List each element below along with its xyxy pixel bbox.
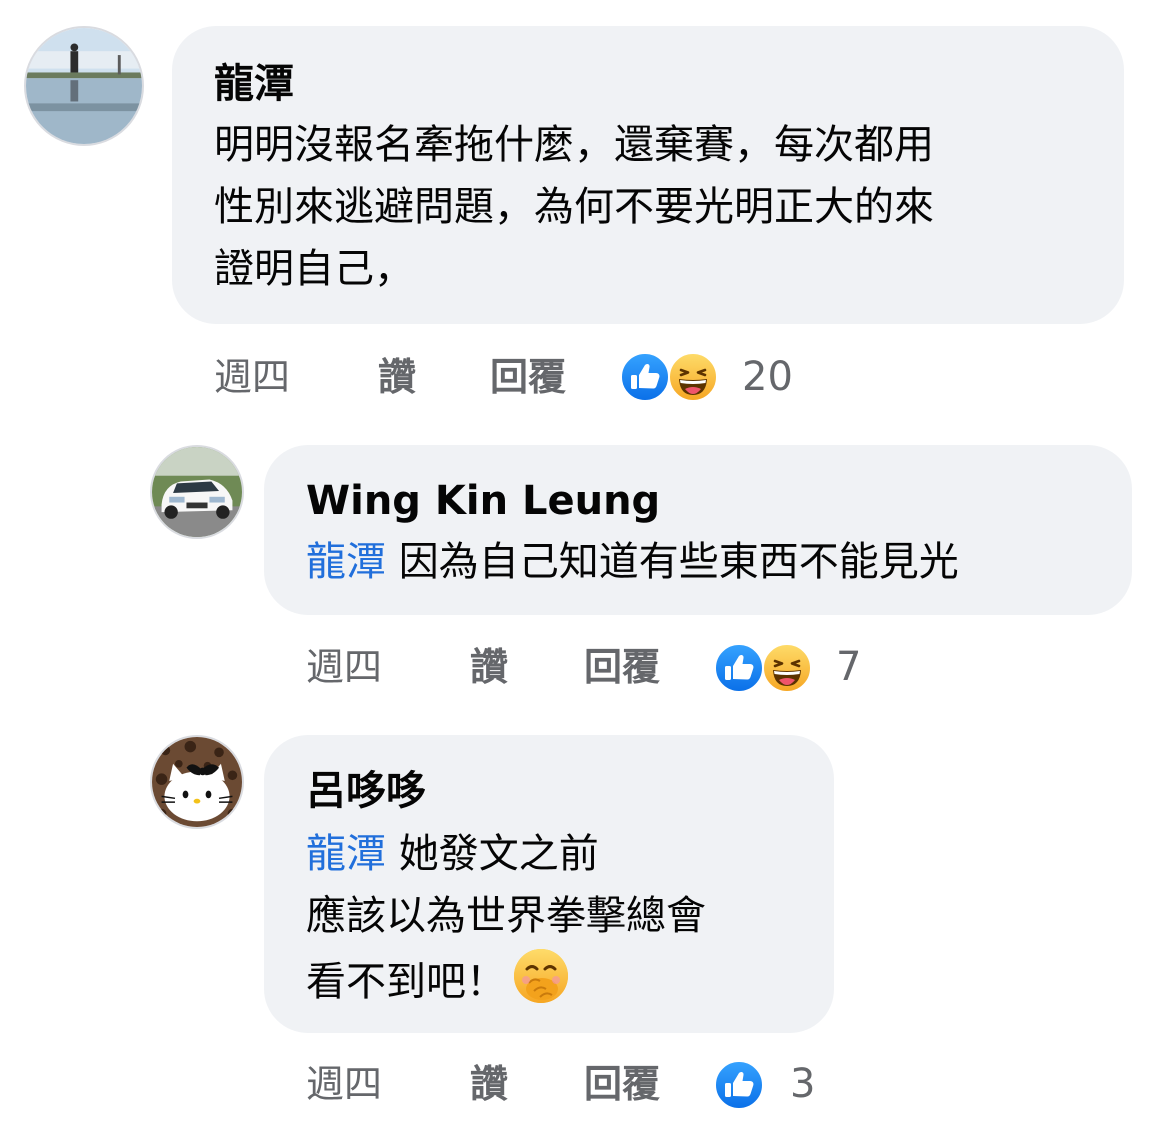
comment-author[interactable]: 龍潭 <box>214 60 294 108</box>
mention-link[interactable]: 龍潭 <box>306 539 386 585</box>
avatar-car-photo <box>152 447 242 537</box>
comment-text: 龍潭 她發文之前 應該以為世界拳擊總會 看不到吧！ <box>306 823 706 1013</box>
comment-line-text: 她發文之前 <box>398 831 599 877</box>
comment-text: 龍潭 因為自己知道有些東西不能見光 <box>306 531 959 593</box>
comment-line: 應該以為世界拳擊總會 <box>306 893 706 939</box>
comment-bubble: 龍潭 明明沒報名牽拖什麼，還棄賽，每次都用 性別來逃避問題，為何不要光明正大的來… <box>172 26 1124 324</box>
avatar-landscape-photo <box>26 28 142 144</box>
reaction-count[interactable]: 7 <box>836 643 861 691</box>
comment-time[interactable]: 週四 <box>214 355 290 399</box>
like-button[interactable]: 讚 <box>378 355 416 399</box>
avatar-hello-kitty-image <box>152 737 242 827</box>
comment-text: 明明沒報名牽拖什麼，還棄賽，每次都用 性別來逃避問題，為何不要光明正大的來 證明… <box>214 114 934 300</box>
comment-line: 性別來逃避問題，為何不要光明正大的來 <box>214 184 934 230</box>
comment-line-text: 因為自己知道有些東西不能見光 <box>398 539 959 585</box>
reaction-count[interactable]: 3 <box>790 1060 815 1108</box>
comment-bubble: 呂哆哆 龍潭 她發文之前 應該以為世界拳擊總會 看不到吧！ <box>264 735 834 1033</box>
haha-icon[interactable] <box>762 643 812 693</box>
haha-icon[interactable] <box>668 352 718 402</box>
comment-author[interactable]: 呂哆哆 <box>306 767 426 815</box>
face-with-hand-over-mouth-icon <box>514 949 568 1003</box>
avatar[interactable] <box>150 735 244 829</box>
avatar[interactable] <box>150 445 244 539</box>
comment-time[interactable]: 週四 <box>306 1062 382 1106</box>
mention-link[interactable]: 龍潭 <box>306 831 386 877</box>
like-button[interactable]: 讚 <box>470 1062 508 1106</box>
comment-author[interactable]: Wing Kin Leung <box>306 477 660 525</box>
like-button[interactable]: 讚 <box>470 645 508 689</box>
comment-line: 看不到吧！ <box>306 947 706 1013</box>
like-icon[interactable] <box>620 352 670 402</box>
comment-line: 證明自己， <box>214 246 414 292</box>
reply-button[interactable]: 回覆 <box>490 355 566 399</box>
like-icon[interactable] <box>714 643 764 693</box>
comment-line: 龍潭 她發文之前 <box>306 823 706 885</box>
comment-time[interactable]: 週四 <box>306 645 382 689</box>
reply-button[interactable]: 回覆 <box>584 1062 660 1106</box>
comment-line: 龍潭 因為自己知道有些東西不能見光 <box>306 531 959 593</box>
reaction-count[interactable]: 20 <box>742 353 793 401</box>
avatar[interactable] <box>24 26 144 146</box>
comment-line-text: 看不到吧！ <box>306 959 506 1005</box>
like-icon[interactable] <box>714 1060 764 1110</box>
reply-button[interactable]: 回覆 <box>584 645 660 689</box>
comment-line: 明明沒報名牽拖什麼，還棄賽，每次都用 <box>214 122 934 168</box>
comment-bubble: Wing Kin Leung 龍潭 因為自己知道有些東西不能見光 <box>264 445 1132 615</box>
